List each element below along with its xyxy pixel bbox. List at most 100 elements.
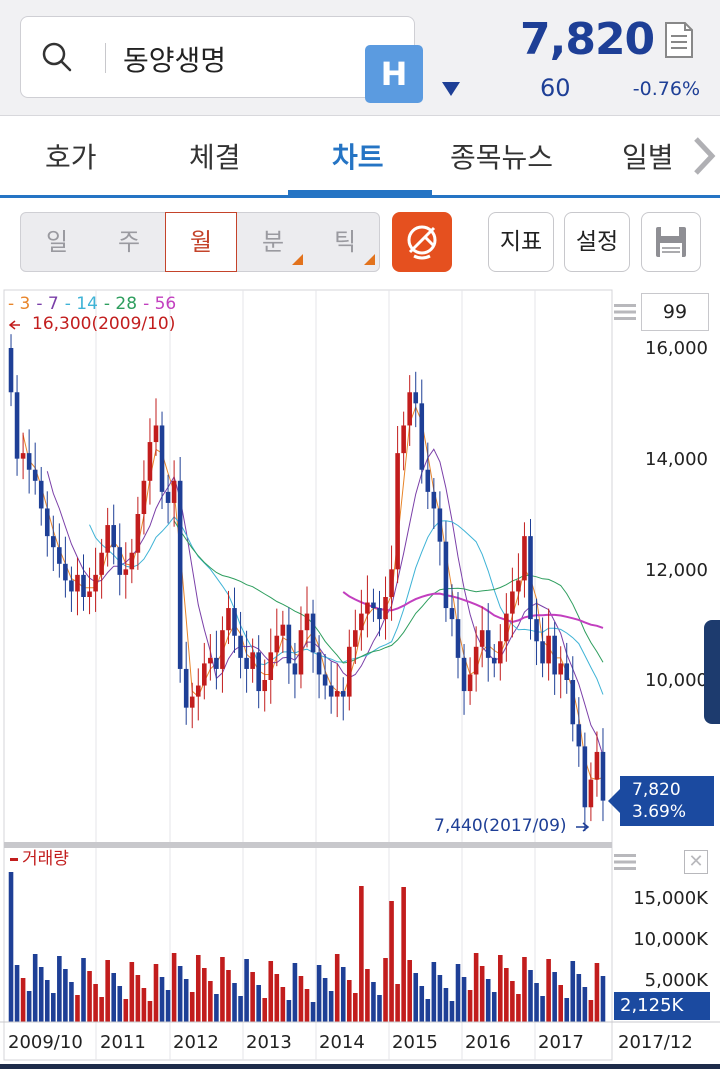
current-volume-tag: 2,125K xyxy=(614,992,710,1020)
volume-bar xyxy=(353,993,358,1022)
side-panel-handle[interactable] xyxy=(704,620,720,724)
period-tick[interactable]: 틱 xyxy=(309,213,381,271)
volume-bar xyxy=(298,976,304,1022)
candle-body xyxy=(582,746,588,808)
candle-body xyxy=(129,552,135,570)
stock-chart-screen: 동양생명 H 7,820 60 -0.76% 호가 체결 차트 종목뉴스 일별 … xyxy=(0,0,720,1069)
candle-body xyxy=(322,674,328,686)
volume-legend-swatch xyxy=(10,857,18,861)
x-axis-tick: 2016 xyxy=(465,1032,511,1053)
tab-orderbook[interactable]: 호가 xyxy=(45,136,97,176)
bottom-bar xyxy=(0,1064,720,1069)
candle-body xyxy=(226,608,231,631)
candle-body xyxy=(431,491,437,509)
ma-legend-item: - 3 xyxy=(8,294,31,314)
candle-body xyxy=(570,680,576,725)
volume-bar xyxy=(570,961,576,1022)
search-icon[interactable] xyxy=(41,41,73,73)
volume-bar xyxy=(75,995,80,1022)
candle-body xyxy=(407,392,412,426)
volume-menu-icon[interactable] xyxy=(614,852,636,872)
x-axis-tick: 2017 xyxy=(538,1032,584,1053)
candle-body xyxy=(467,674,473,692)
current-price-tag: 7,820 3.69% xyxy=(608,776,714,826)
volume-bar xyxy=(220,957,225,1022)
chart-area[interactable]: - 3- 7- 14- 28- 56 16,300(2009/10) 7,440… xyxy=(0,284,720,1069)
candle-body xyxy=(594,751,600,780)
settings-button[interactable]: 설정 xyxy=(564,212,630,272)
volume-bar xyxy=(389,901,394,1022)
candle-body xyxy=(522,536,527,581)
candle-body xyxy=(147,442,153,481)
volume-bar xyxy=(310,1002,316,1022)
period-minute[interactable]: 분 xyxy=(237,213,309,271)
save-button[interactable] xyxy=(641,212,701,272)
volume-bar xyxy=(546,959,551,1022)
volume-bar xyxy=(413,973,419,1022)
y-axis-tick: 16,000 xyxy=(645,338,708,359)
stock-header: 동양생명 H 7,820 60 -0.76% xyxy=(0,0,720,116)
candle-body xyxy=(274,635,280,653)
volume-bar xyxy=(147,1001,153,1022)
tab-news[interactable]: 종목뉴스 xyxy=(450,136,553,176)
volume-bar xyxy=(576,974,582,1022)
candle-body xyxy=(461,657,467,692)
volume-bar xyxy=(491,992,497,1022)
candle-body xyxy=(81,574,86,597)
volume-bar xyxy=(135,975,141,1022)
candle-body xyxy=(455,619,461,658)
tab-chart[interactable]: 차트 xyxy=(332,136,384,176)
volume-bar xyxy=(189,992,195,1022)
volume-bar xyxy=(26,991,32,1022)
stock-search-box[interactable]: 동양생명 H xyxy=(20,16,423,103)
dropdown-corner-icon xyxy=(292,254,303,265)
down-arrow-icon xyxy=(442,82,460,96)
candle-count-input[interactable]: 99 xyxy=(641,293,709,331)
volume-bar xyxy=(401,887,406,1022)
candle-body xyxy=(395,453,400,570)
volume-bar xyxy=(328,991,334,1022)
close-icon[interactable]: ✕ xyxy=(684,850,708,874)
volume-bar xyxy=(280,987,286,1022)
volume-bar xyxy=(38,967,44,1022)
volume-bar xyxy=(534,983,539,1022)
candle-body xyxy=(540,641,545,664)
candle-body xyxy=(159,425,165,492)
volume-bar xyxy=(129,962,135,1022)
indicator-button[interactable]: 지표 xyxy=(488,212,554,272)
candle-body xyxy=(340,691,346,697)
volume-bar xyxy=(250,972,255,1022)
candle-body xyxy=(32,469,38,481)
chevron-right-icon[interactable] xyxy=(692,136,716,176)
document-icon[interactable] xyxy=(664,22,694,58)
candle-body xyxy=(377,608,382,620)
candle-body xyxy=(552,635,557,675)
period-tick-label: 틱 xyxy=(333,228,357,256)
volume-bar xyxy=(455,964,461,1022)
volume-bar xyxy=(32,954,38,1022)
tab-daily[interactable]: 일별 xyxy=(622,136,674,176)
candle-body xyxy=(238,635,243,658)
menu-icon[interactable] xyxy=(614,302,636,322)
volume-bar xyxy=(238,996,243,1022)
volume-axis-tick: 15,000K xyxy=(633,888,708,909)
pattern-analysis-button[interactable] xyxy=(392,212,452,272)
tab-trades[interactable]: 체결 xyxy=(189,136,241,176)
stock-badge[interactable]: H xyxy=(365,45,423,103)
candle-body xyxy=(256,652,261,692)
volume-title-text: 거래량 xyxy=(22,849,69,869)
candle-body xyxy=(232,608,237,636)
y-axis-tick: 14,000 xyxy=(645,449,708,470)
volume-bar xyxy=(123,999,129,1022)
candle-body xyxy=(316,652,322,675)
period-month[interactable]: 월 xyxy=(165,212,237,272)
period-week[interactable]: 주 xyxy=(93,213,165,271)
stock-name[interactable]: 동양생명 xyxy=(123,39,226,79)
volume-bar xyxy=(105,960,110,1022)
candle-body xyxy=(286,624,292,664)
candle-body xyxy=(292,663,298,675)
volume-bar xyxy=(528,970,533,1022)
candlestick-chart[interactable] xyxy=(0,284,720,1069)
volume-bar xyxy=(244,959,249,1022)
period-day[interactable]: 일 xyxy=(21,213,93,271)
